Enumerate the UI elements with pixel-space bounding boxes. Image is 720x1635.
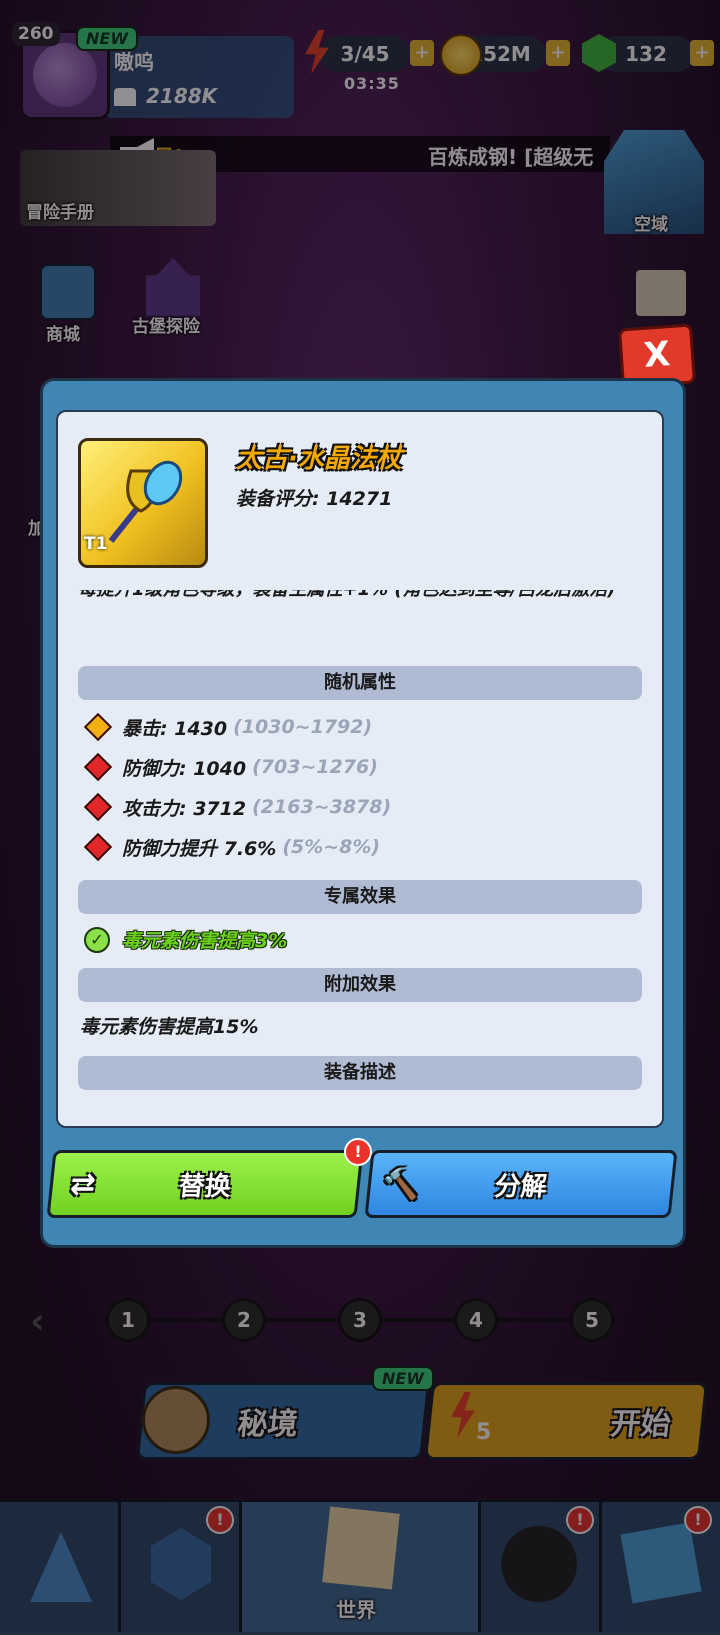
item-tier-label: T1 [84,534,108,554]
additional-effect-text: 毒元素伤害提高15% [80,1016,259,1038]
diamond-icon [83,752,113,782]
stat-range: (5%~8%) [282,836,381,858]
section-header-random-attributes: 随机属性 [78,666,642,700]
replace-label: 替换 [177,1171,233,1202]
stat-range: (703~1276) [252,756,378,778]
section-header-additional: 附加效果 [78,968,642,1002]
stat-value: 防御力提升 7.6% [122,837,277,860]
item-description-clipped: 每提升1级角色等级，装备主属性+1% (角色达到至尊/吕龙后激活) [78,590,638,604]
item-name: 太古·水晶法杖 [236,444,402,474]
diamond-icon [83,712,113,742]
stat-row-attack: 攻击力: 3712 (2163~3878) [83,790,392,824]
replace-button[interactable]: ⇄ 替换 [46,1150,364,1218]
decompose-label: 分解 [493,1171,549,1202]
stat-row-crit: 暴击: 1430 (1030~1792) [83,710,373,744]
swap-icon: ⇄ [68,1166,98,1202]
stat-range: (1030~1792) [233,716,373,738]
replace-alert-badge: ! [344,1138,372,1166]
check-icon: ✓ [84,926,110,953]
stat-range: (2163~3878) [252,796,392,818]
stat-value: 攻击力: 3712 [122,797,247,820]
exclusive-effect-text: 毒元素伤害提高3% [122,930,288,952]
hammer-icon: 🔨 [380,1166,422,1202]
decompose-button[interactable]: 🔨 分解 [364,1150,678,1218]
exclusive-effect-row: ✓ 毒元素伤害提高3% [84,926,287,953]
section-header-exclusive: 专属效果 [78,880,642,914]
section-header-description: 装备描述 [78,1056,642,1090]
stat-value: 防御力: 1040 [122,757,247,780]
stat-row-defense: 防御力: 1040 (703~1276) [83,750,378,784]
stat-row-defense-boost: 防御力提升 7.6% (5%~8%) [83,830,381,864]
diamond-icon [83,792,113,822]
diamond-icon [83,832,113,862]
stat-value: 暴击: 1430 [122,717,228,740]
item-score: 装备评分: 14271 [236,488,393,510]
